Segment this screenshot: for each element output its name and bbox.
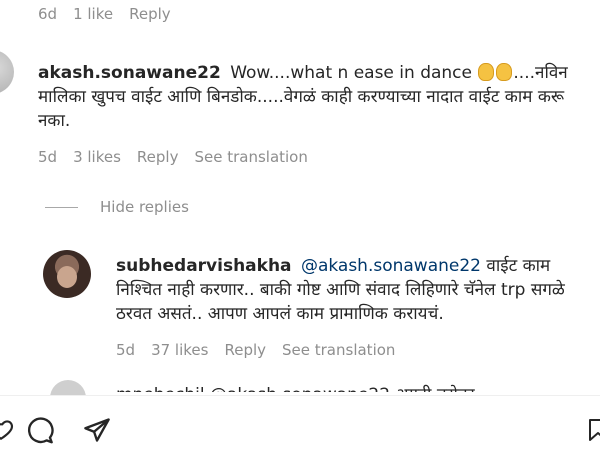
reply-button[interactable]: Reply xyxy=(129,5,171,23)
raised-hand-emoji-icon xyxy=(496,63,513,81)
reply-text: subhedarvishakha @akash.sonawane22 वाईट … xyxy=(116,254,600,326)
reply-button[interactable]: Reply xyxy=(224,341,266,359)
hide-replies-button[interactable]: Hide replies xyxy=(45,198,189,216)
heart-icon[interactable] xyxy=(0,416,14,442)
comment-age: 5d xyxy=(38,148,58,166)
partial-comment-text: mnehechil @akash.sonawane22 अगदी बरोबर xyxy=(116,382,586,392)
like-count[interactable]: 37 likes xyxy=(151,341,208,359)
like-count[interactable]: 1 like xyxy=(73,5,113,23)
divider xyxy=(45,206,78,208)
comment-meta: 5d 3 likes Reply See translation xyxy=(38,148,324,166)
top-reply-meta: 6d 1 like Reply xyxy=(38,5,187,23)
comment-age: 5d xyxy=(116,341,136,359)
like-count[interactable]: 3 likes xyxy=(73,148,121,166)
bookmark-icon[interactable] xyxy=(586,416,600,444)
comment-text: akash.sonawane22 Wow....what n ease in d… xyxy=(38,61,594,133)
comment-username[interactable]: akash.sonawane22 xyxy=(38,63,221,83)
comment-body-start: Wow....what n ease in dance xyxy=(230,63,472,83)
mention-link[interactable]: @akash.sonawane22 xyxy=(301,256,481,276)
avatar[interactable] xyxy=(43,250,91,298)
reply-username[interactable]: subhedarvishakha xyxy=(116,256,292,276)
action-bar xyxy=(0,395,600,450)
see-translation-button[interactable]: See translation xyxy=(282,341,395,359)
share-icon[interactable] xyxy=(83,416,111,444)
comment-icon[interactable] xyxy=(26,416,54,444)
see-translation-button[interactable]: See translation xyxy=(194,148,307,166)
comment-age: 6d xyxy=(38,5,58,23)
reply-button[interactable]: Reply xyxy=(137,148,179,166)
avatar[interactable] xyxy=(0,50,14,94)
raised-hand-emoji-icon xyxy=(478,63,495,81)
hide-replies-label: Hide replies xyxy=(100,198,189,216)
reply-meta: 5d 37 likes Reply See translation xyxy=(116,341,411,359)
